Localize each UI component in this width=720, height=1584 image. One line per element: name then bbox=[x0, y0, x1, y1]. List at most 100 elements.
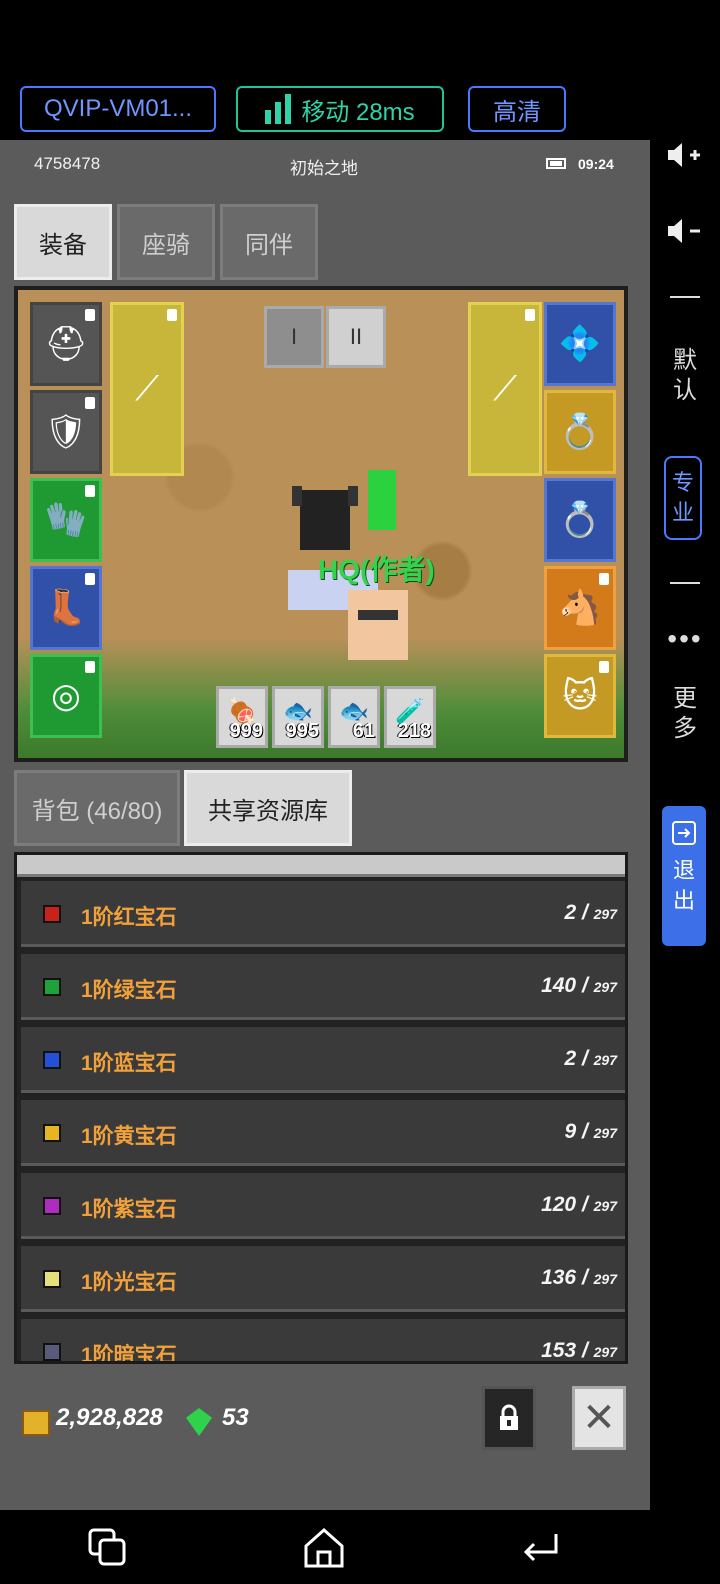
character-scene: ⛑ 🛡 🧤 👢 ◎ ⟋ ⟋ 💠 💍 💍 🐴 🐱 I II HQ(作者) 🍖 99… bbox=[14, 286, 628, 762]
quick-slot-potion[interactable]: 🧪 218 bbox=[384, 686, 436, 748]
list-item[interactable]: 1阶暗宝石 153 / 297 bbox=[21, 1319, 625, 1362]
boots-slot[interactable]: 👢 bbox=[30, 566, 102, 650]
right-weapon-slot[interactable]: ⟋ bbox=[468, 302, 542, 476]
item-count: 140 / 297 bbox=[541, 974, 617, 998]
list-item[interactable]: 1阶红宝石 2 / 297 bbox=[21, 881, 625, 947]
close-button[interactable]: ✕ bbox=[572, 1386, 626, 1450]
item-count-max: 297 bbox=[593, 1052, 617, 1068]
recent-apps-icon[interactable] bbox=[84, 1524, 132, 1572]
tab-bag[interactable]: 背包 (46/80) bbox=[14, 770, 180, 846]
list-item[interactable]: 1阶绿宝石 140 / 297 bbox=[21, 954, 625, 1020]
item-count: 120 / 297 bbox=[541, 1193, 617, 1217]
tab-equipment[interactable]: 装备 bbox=[14, 204, 112, 280]
dark-gem-icon bbox=[43, 1343, 61, 1361]
quick-slot-meat[interactable]: 🍖 999 bbox=[216, 686, 268, 748]
ring-slot-1[interactable]: 💍 bbox=[544, 390, 616, 474]
tab-companion-label: 同伴 bbox=[245, 231, 293, 259]
status-bar: 4758478 初始之地 09:24 bbox=[0, 140, 650, 188]
list-item[interactable]: 1阶紫宝石 120 / 297 bbox=[21, 1173, 625, 1239]
item-name: 1阶红宝石 bbox=[81, 906, 177, 929]
item-count-value: 153 / bbox=[541, 1339, 588, 1362]
network-label: 移动 28ms bbox=[301, 98, 415, 126]
tab-companion[interactable]: 同伴 bbox=[220, 204, 318, 280]
exit-button[interactable]: 退出 bbox=[662, 806, 706, 946]
divider bbox=[670, 296, 700, 298]
gold-coin-icon bbox=[22, 1410, 50, 1436]
pro-mode-button[interactable]: 专业 bbox=[664, 456, 702, 540]
item-count-value: 136 / bbox=[541, 1266, 588, 1289]
armor-slot[interactable]: 🛡 bbox=[30, 390, 102, 474]
lock-icon bbox=[85, 397, 95, 409]
gold-amount: 2,928,828 bbox=[56, 1404, 163, 1431]
lock-icon bbox=[85, 309, 95, 321]
ring-slot-2[interactable]: 💍 bbox=[544, 478, 616, 562]
green-gem-icon bbox=[43, 978, 61, 996]
pet-slot[interactable]: 🐱 bbox=[544, 654, 616, 738]
volume-down-icon[interactable] bbox=[664, 216, 704, 246]
quick-slot-fish[interactable]: 🐟 995 bbox=[272, 686, 324, 748]
item-count: 2 / 297 bbox=[564, 1047, 617, 1071]
item-count-value: 2 / bbox=[564, 901, 588, 924]
volume-up-icon[interactable] bbox=[664, 140, 704, 170]
lock-button[interactable] bbox=[482, 1386, 536, 1450]
list-scrollbar[interactable] bbox=[17, 855, 625, 877]
close-icon: ✕ bbox=[582, 1396, 616, 1440]
tab-mount[interactable]: 座骑 bbox=[117, 204, 215, 280]
item-name: 1阶黄宝石 bbox=[81, 1125, 177, 1148]
item-count: 9 / 297 bbox=[564, 1120, 617, 1144]
yellow-gem-icon bbox=[43, 1124, 61, 1142]
tab-bag-label: 背包 (46/80) bbox=[31, 797, 163, 825]
tab-shared-storage[interactable]: 共享资源库 bbox=[184, 770, 352, 846]
item-list[interactable]: 1阶红宝石 2 / 297 1阶绿宝石 140 / 297 1阶蓝宝石 2 / … bbox=[14, 852, 628, 1364]
page-2-label: II bbox=[349, 324, 363, 349]
list-item[interactable]: 1阶黄宝石 9 / 297 bbox=[21, 1100, 625, 1166]
boots-icon: 👢 bbox=[44, 589, 88, 627]
more-label: 更多 bbox=[673, 685, 697, 742]
item-count-value: 9 / bbox=[564, 1120, 588, 1143]
more-dots-icon[interactable]: ••• bbox=[650, 624, 720, 654]
pro-mode-label: 专业 bbox=[672, 470, 695, 525]
item-count-max: 297 bbox=[593, 979, 617, 995]
ring-icon: 💍 bbox=[558, 501, 602, 539]
belt-slot[interactable]: ◎ bbox=[30, 654, 102, 738]
system-nav-bar bbox=[0, 1510, 720, 1584]
item-name: 1阶光宝石 bbox=[81, 1271, 177, 1294]
spear-icon: ⟋ bbox=[493, 370, 517, 408]
currency-bar: 2,928,828 53 ✕ bbox=[0, 1380, 650, 1480]
necklace-slot[interactable]: 💠 bbox=[544, 302, 616, 386]
gloves-icon: 🧤 bbox=[44, 501, 88, 539]
item-count-value: 120 / bbox=[541, 1193, 588, 1216]
helmet-slot[interactable]: ⛑ bbox=[30, 302, 102, 386]
home-icon[interactable] bbox=[300, 1524, 348, 1572]
clock: 09:24 bbox=[578, 156, 614, 172]
list-item[interactable]: 1阶光宝石 136 / 297 bbox=[21, 1246, 625, 1312]
exit-icon bbox=[672, 821, 696, 845]
page-2-button[interactable]: II bbox=[326, 306, 386, 368]
item-count-max: 297 bbox=[593, 1271, 617, 1287]
gloves-slot[interactable]: 🧤 bbox=[30, 478, 102, 562]
light-gem-icon bbox=[43, 1270, 61, 1288]
vm-selector-button[interactable]: QVIP-VM01... bbox=[20, 86, 216, 132]
server-id: 4758478 bbox=[34, 154, 101, 173]
item-count-value: 2 / bbox=[564, 1047, 588, 1070]
lock-icon bbox=[500, 1404, 518, 1430]
companion-slot[interactable]: 🐴 bbox=[544, 566, 616, 650]
item-count-max: 297 bbox=[593, 1344, 617, 1360]
left-weapon-slot[interactable]: ⟋ bbox=[110, 302, 184, 476]
lock-icon bbox=[599, 661, 609, 673]
list-item[interactable]: 1阶蓝宝石 2 / 297 bbox=[21, 1027, 625, 1093]
default-mode-label: 默认 bbox=[673, 347, 697, 404]
default-mode-button[interactable]: 默认 bbox=[650, 346, 720, 406]
network-status-button[interactable]: 移动 28ms bbox=[236, 86, 444, 132]
purple-gem-icon bbox=[43, 1197, 61, 1215]
more-button[interactable]: 更多 bbox=[650, 684, 720, 744]
item-count-value: 140 / bbox=[541, 974, 588, 997]
page-1-button[interactable]: I bbox=[264, 306, 324, 368]
companion-icon: 🐴 bbox=[558, 589, 602, 627]
quick-slot-fish-2[interactable]: 🐟 61 bbox=[328, 686, 380, 748]
back-icon[interactable] bbox=[516, 1524, 564, 1572]
game-screen: 4758478 初始之地 09:24 装备 座骑 同伴 ⛑ 🛡 🧤 👢 ◎ ⟋ … bbox=[0, 140, 650, 1510]
quality-button[interactable]: 高清 bbox=[468, 86, 566, 132]
exit-label: 退出 bbox=[673, 858, 696, 913]
quick-count: 995 bbox=[285, 720, 319, 742]
